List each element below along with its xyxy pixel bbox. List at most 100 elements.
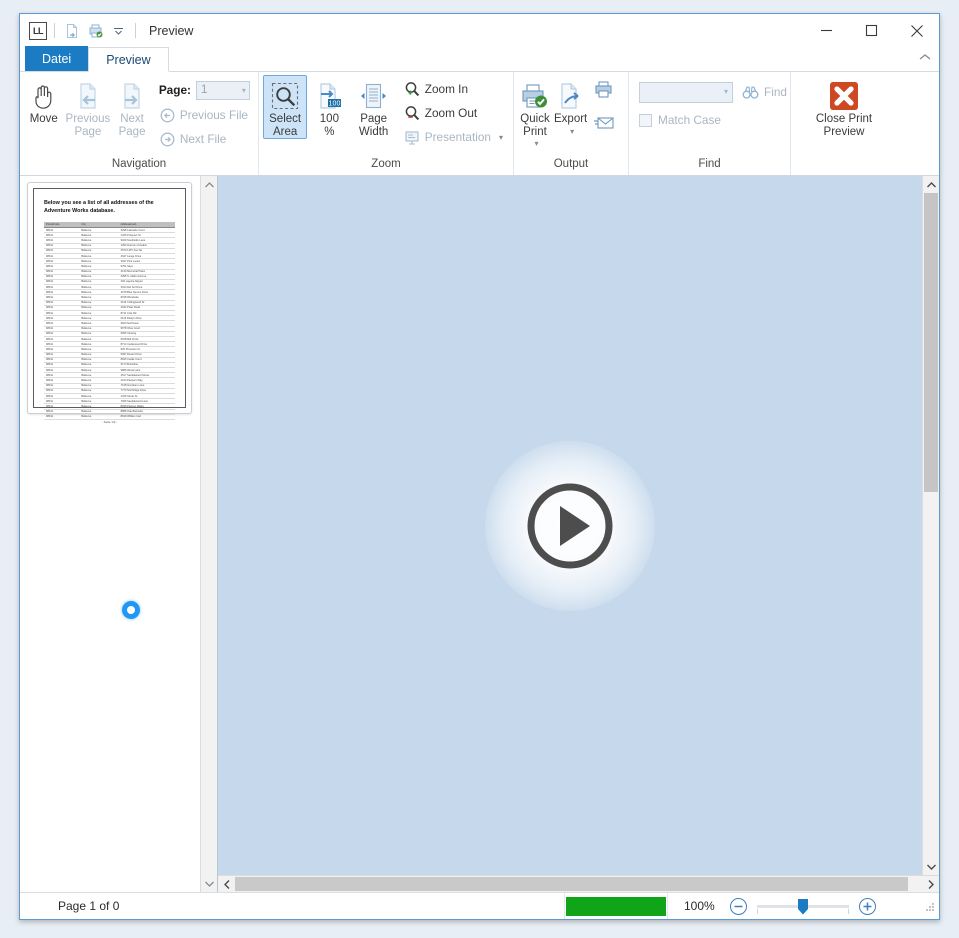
tab-preview[interactable]: Preview: [88, 47, 169, 72]
next-file-label: Next File: [179, 132, 227, 146]
find-group-label: Find: [698, 158, 721, 170]
qat-dropdown-icon[interactable]: [108, 21, 128, 41]
next-file-button[interactable]: Next File: [156, 128, 254, 150]
preview-canvas[interactable]: [218, 176, 922, 875]
app-logo-icon[interactable]: LL: [29, 21, 47, 40]
next-page-button[interactable]: Next Page: [112, 75, 152, 139]
thumbnail-page-footer: - Seite 1/2 -: [101, 419, 118, 424]
quick-print-button[interactable]: Quick Print ▾: [518, 75, 552, 152]
tab-datei[interactable]: Datei: [25, 46, 89, 71]
zoom-100-percent-button[interactable]: 100 100 %: [307, 75, 351, 139]
preview-scroll-down-button[interactable]: [923, 858, 939, 875]
zoom-out-button[interactable]: Zoom Out: [400, 102, 509, 124]
export-button[interactable]: Export ▾: [552, 75, 589, 139]
thumbnail-address-table: PostalCode City AddressLine1 98011 Bellevue…: [44, 222, 175, 420]
resize-grip-icon[interactable]: [924, 901, 935, 912]
zoom-in-circle-icon[interactable]: [859, 897, 876, 915]
print-setup-icon[interactable]: [85, 21, 105, 41]
ribbon-group-output: Quick Print ▾ Export ▾ Output: [514, 72, 629, 175]
find-button[interactable]: Find: [741, 81, 793, 103]
thumbnail-scroll-area[interactable]: Below you see a list of all addresses of…: [20, 176, 200, 892]
zoom-100-label: 100 %: [319, 113, 339, 138]
thumbnail-page-title: Below you see a list of all addresses of…: [44, 200, 154, 214]
zoom-in-label: Zoom In: [424, 82, 469, 96]
quick-print-label: Quick Print: [520, 113, 550, 138]
close-print-preview-button[interactable]: Close Print Preview: [805, 75, 883, 139]
print-button[interactable]: [590, 78, 626, 100]
thumbnail-scroll-track[interactable]: [201, 193, 217, 875]
page-thumbnail[interactable]: Below you see a list of all addresses of…: [27, 182, 192, 424]
zoom-slider[interactable]: [757, 898, 849, 915]
page-width-button[interactable]: Page Width: [352, 75, 396, 139]
magnifier-plus-icon: [404, 81, 420, 97]
zoom-in-button[interactable]: Zoom In: [400, 78, 509, 100]
preview-row: [218, 176, 939, 875]
magnifier-minus-icon: [404, 105, 420, 121]
content-area: Below you see a list of all addresses of…: [20, 176, 939, 892]
page-number-input[interactable]: 1 ▾: [195, 80, 250, 100]
page-right-arrow-icon: [118, 79, 146, 113]
maximize-button[interactable]: [849, 14, 894, 47]
scroll-up-button[interactable]: [201, 176, 217, 193]
status-bar: Page 1 of 0 100%: [20, 892, 939, 919]
export-label: Export: [554, 113, 588, 125]
zoom-tick: [757, 908, 758, 914]
zoom-out-label: Zoom Out: [424, 106, 478, 120]
preview-horizontal-scrollbar[interactable]: [218, 875, 939, 892]
chevron-down-icon[interactable]: ▾: [534, 138, 538, 151]
chevron-down-icon[interactable]: ▾: [242, 86, 246, 95]
preview-hscroll-thumb[interactable]: [235, 877, 909, 891]
select-area-button[interactable]: Select Area: [263, 75, 308, 139]
zoom-tick: [848, 908, 849, 914]
close-print-preview-label: Close Print Preview: [815, 113, 873, 138]
page-width-icon: [358, 79, 390, 113]
presentation-icon: [404, 130, 420, 145]
presentation-button[interactable]: Presentation ▾: [400, 126, 509, 148]
move-button[interactable]: Move: [24, 75, 64, 127]
page-export-icon: [557, 79, 585, 113]
preview-vertical-scrollbar[interactable]: [922, 176, 939, 875]
next-page-button-label: Next Page: [118, 113, 146, 138]
scroll-down-button[interactable]: [201, 875, 217, 892]
ribbon-collapse-icon[interactable]: [919, 53, 931, 61]
circle-right-arrow-icon: [160, 132, 175, 147]
thumbnail-vertical-scrollbar[interactable]: [200, 176, 217, 892]
previous-page-button-label: Previous Page: [65, 113, 111, 138]
minimize-button[interactable]: [804, 14, 849, 47]
close-button[interactable]: [894, 14, 939, 47]
preview-scroll-up-button[interactable]: [923, 176, 939, 193]
chevron-down-icon[interactable]: ▾: [499, 133, 503, 142]
zoom-out-circle-icon[interactable]: [730, 897, 747, 915]
printer-check-icon: [520, 79, 550, 113]
ribbon-group-close: Close Print Preview: [791, 72, 939, 175]
previous-file-button[interactable]: Previous File: [156, 104, 254, 126]
preview-hscroll-track[interactable]: [235, 876, 922, 892]
preview-pane: [218, 176, 939, 892]
zoom-slider-handle[interactable]: [798, 898, 808, 915]
zoom-controls: 100%: [668, 897, 939, 915]
match-case-row[interactable]: Match Case: [633, 109, 721, 131]
previous-file-label: Previous File: [179, 108, 248, 122]
document-export-icon[interactable]: [62, 21, 82, 41]
preview-scroll-left-button[interactable]: [218, 876, 235, 892]
preview-scroll-thumb[interactable]: [924, 193, 938, 493]
envelope-icon: [594, 115, 615, 131]
chevron-down-icon[interactable]: ▾: [570, 126, 574, 139]
window-title: Preview: [149, 23, 194, 38]
previous-page-button[interactable]: Previous Page: [64, 75, 113, 139]
page-width-label: Page Width: [358, 113, 389, 138]
thumbnail-table-cell: 98011: [44, 414, 80, 420]
match-case-checkbox[interactable]: [639, 113, 652, 127]
preview-scroll-track[interactable]: [923, 193, 939, 858]
find-input[interactable]: ▾: [639, 81, 733, 103]
chevron-down-icon[interactable]: ▾: [724, 87, 728, 96]
thumbnail-page-content: Below you see a list of all addresses of…: [33, 188, 186, 424]
preview-scroll-right-button[interactable]: [922, 876, 939, 892]
play-button-overlay[interactable]: [524, 480, 616, 572]
find-label: Find: [764, 85, 787, 99]
match-case-label: Match Case: [658, 113, 721, 127]
send-mail-button[interactable]: [590, 112, 626, 134]
title-bar: LL Preview: [20, 14, 939, 47]
move-button-label: Move: [29, 113, 58, 125]
thumbnail-table-cell: 8649 William Cart: [118, 414, 175, 420]
